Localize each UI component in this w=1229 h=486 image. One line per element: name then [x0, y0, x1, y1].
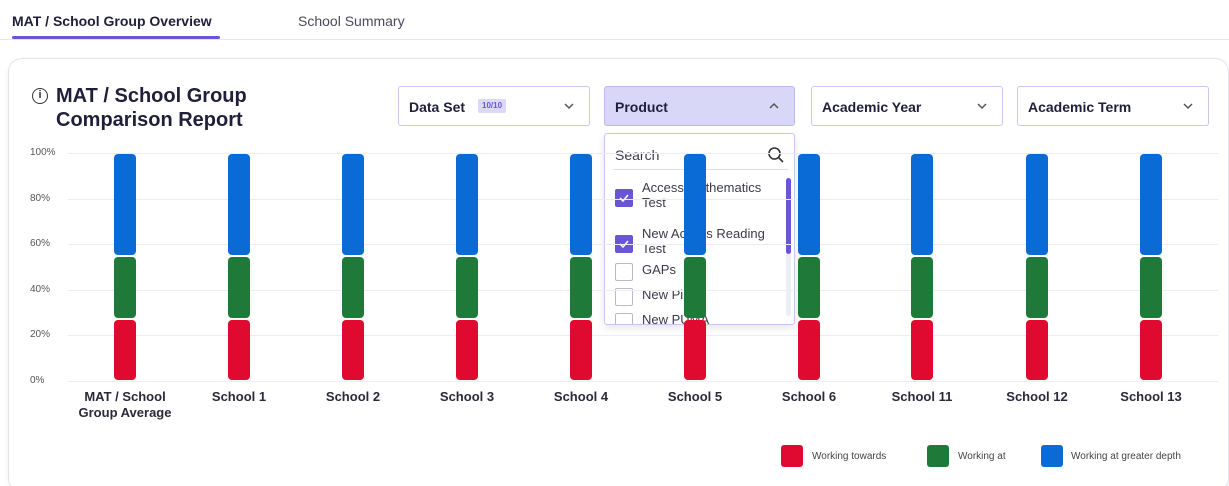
- grid-line: [68, 381, 1218, 382]
- bar-segment-greater-depth[interactable]: [911, 154, 933, 255]
- y-tick-label: 20%: [30, 329, 51, 341]
- x-axis-label: School 12: [1006, 389, 1068, 404]
- bar-segment-greater-depth[interactable]: [1026, 154, 1048, 255]
- x-axis-label: School 3: [439, 389, 495, 404]
- search-icon[interactable]: [767, 146, 785, 164]
- bar-segment-greater-depth[interactable]: [798, 154, 820, 255]
- x-axis-label: School 11: [891, 389, 953, 404]
- chevron-up-icon: [769, 102, 779, 109]
- bar-segment-working-at[interactable]: [1140, 256, 1162, 319]
- legend-label-working-at: Working at: [958, 451, 1006, 462]
- legend-swatch-greater-depth: [1041, 445, 1063, 467]
- bar-segment-greater-depth[interactable]: [342, 154, 364, 255]
- product-dropdown[interactable]: Product: [604, 86, 795, 126]
- legend-label-greater-depth: Working at greater depth: [1071, 451, 1181, 462]
- bar-segment-greater-depth[interactable]: [570, 154, 592, 255]
- product-option-label: New PUMA: [642, 312, 710, 325]
- product-option-label: GAPs: [642, 262, 676, 277]
- academic-term-dropdown-label: Academic Term: [1028, 99, 1132, 115]
- bar-segment-working-towards[interactable]: [1140, 320, 1162, 380]
- bar-segment-working-at[interactable]: [911, 256, 933, 319]
- x-axis-label: School 4: [553, 389, 609, 404]
- bar-segment-working-towards[interactable]: [1026, 320, 1048, 380]
- y-tick-label: 60%: [30, 238, 51, 250]
- dataset-dropdown-label: Data Set: [409, 99, 466, 115]
- bar-segment-greater-depth[interactable]: [684, 154, 706, 255]
- info-circle-icon[interactable]: i: [32, 88, 48, 104]
- tab-bar: MAT / School Group Overview School Summa…: [0, 0, 1229, 40]
- product-dropdown-label: Product: [615, 99, 668, 115]
- bar-segment-working-at[interactable]: [684, 256, 706, 319]
- bar-segment-working-at[interactable]: [456, 256, 478, 319]
- dataset-count-badge: 10/10: [478, 99, 507, 113]
- bar-segment-working-towards[interactable]: [570, 320, 592, 380]
- bar-segment-working-towards[interactable]: [684, 320, 706, 380]
- bar-segment-working-towards[interactable]: [228, 320, 250, 380]
- x-axis-label: School 2: [325, 389, 381, 404]
- product-option-label: Access Mathematics Test: [642, 180, 762, 210]
- y-tick-label: 40%: [30, 283, 51, 295]
- checkbox-unchecked[interactable]: [615, 263, 633, 281]
- academic-year-dropdown-label: Academic Year: [822, 99, 922, 115]
- legend-swatch-working-towards: [781, 445, 803, 467]
- y-tick-label: 80%: [30, 192, 51, 204]
- tab-school-summary[interactable]: School Summary: [298, 13, 405, 29]
- bar-segment-working-at[interactable]: [342, 256, 364, 319]
- y-tick-label: 100%: [30, 147, 56, 158]
- y-tick-label: 0%: [30, 375, 45, 386]
- scrollbar-thumb[interactable]: [786, 178, 791, 254]
- bar-segment-working-towards[interactable]: [911, 320, 933, 380]
- x-axis-label: School 6: [781, 389, 837, 404]
- product-option-label: New Access Reading Test: [642, 226, 765, 256]
- bar-segment-working-towards[interactable]: [456, 320, 478, 380]
- tab-mat-overview[interactable]: MAT / School Group Overview: [12, 13, 212, 29]
- x-axis-label: School 5: [667, 389, 723, 404]
- bar-segment-working-towards[interactable]: [342, 320, 364, 380]
- bar-segment-working-towards[interactable]: [798, 320, 820, 380]
- academic-year-dropdown[interactable]: Academic Year: [811, 86, 1003, 126]
- academic-term-dropdown[interactable]: Academic Term: [1017, 86, 1209, 126]
- checkbox-unchecked[interactable]: [615, 313, 633, 324]
- bar-segment-working-at[interactable]: [1026, 256, 1048, 319]
- bar-segment-greater-depth[interactable]: [228, 154, 250, 255]
- bar-segment-working-at[interactable]: [570, 256, 592, 319]
- legend-swatch-working-at: [927, 445, 949, 467]
- legend-label-working-towards: Working towards: [812, 451, 887, 462]
- bar-segment-working-towards[interactable]: [114, 320, 136, 380]
- report-title: MAT / School Group Comparison Report: [56, 85, 247, 131]
- chevron-down-icon: [1183, 103, 1193, 110]
- bar-segment-working-at[interactable]: [798, 256, 820, 319]
- bar-segment-working-at[interactable]: [228, 256, 250, 319]
- bar-segment-working-at[interactable]: [114, 256, 136, 319]
- x-axis-label: MAT / School Group Average: [78, 389, 172, 420]
- x-axis-label: School 13: [1120, 389, 1182, 404]
- chevron-down-icon: [564, 103, 574, 110]
- dataset-dropdown[interactable]: Data Set 10/10: [398, 86, 590, 126]
- chevron-down-icon: [977, 103, 987, 110]
- x-axis-label: School 1: [211, 389, 267, 404]
- bar-segment-greater-depth[interactable]: [114, 154, 136, 255]
- bar-segment-greater-depth[interactable]: [456, 154, 478, 255]
- bar-segment-greater-depth[interactable]: [1140, 154, 1162, 255]
- active-tab-indicator: [12, 36, 220, 39]
